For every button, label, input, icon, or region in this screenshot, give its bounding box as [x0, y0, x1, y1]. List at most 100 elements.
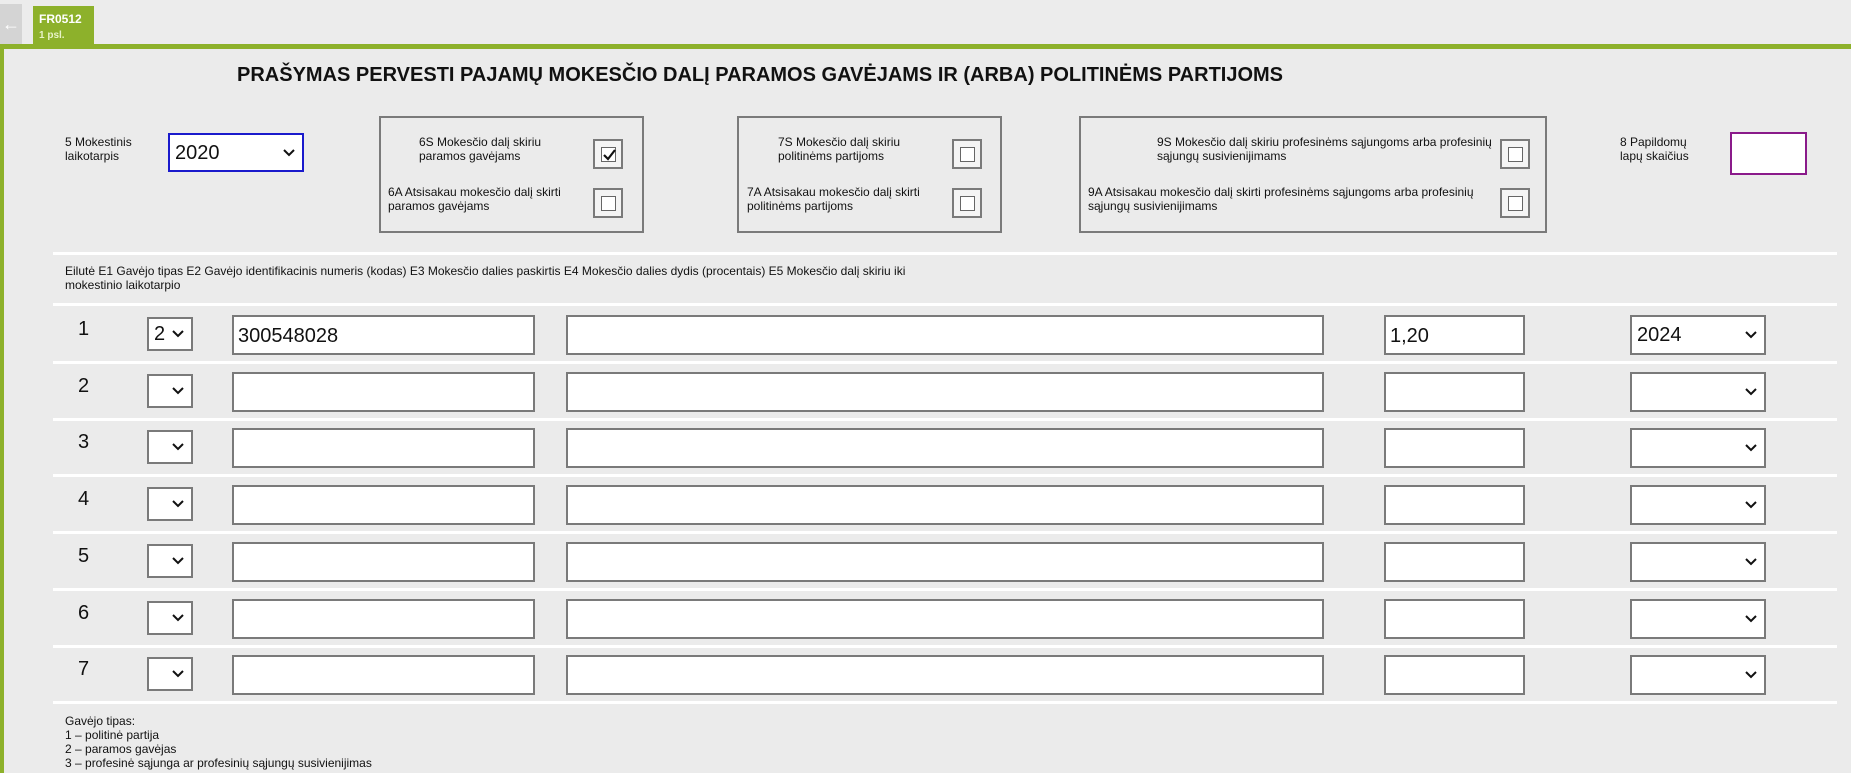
tab-code: FR0512	[39, 12, 82, 26]
chevron-down-icon	[172, 330, 184, 338]
until-year-select[interactable]	[1630, 598, 1766, 639]
percent-value: 1,20	[1390, 325, 1429, 347]
label-7s-line1: 7S Mokesčio dalį skiriu	[778, 135, 901, 149]
chevron-down-icon	[1745, 387, 1757, 396]
checkbox-7s-box	[960, 147, 975, 162]
chevron-down-icon	[172, 386, 184, 395]
top-bar: ← FR0512 1 psl.	[0, 0, 1851, 44]
recipient-type-select[interactable]	[147, 373, 193, 408]
checkbox-7s[interactable]	[952, 139, 982, 169]
percent-input[interactable]	[1384, 598, 1525, 639]
chevron-down-icon	[1745, 558, 1757, 566]
row-number: 3	[78, 431, 90, 454]
row-divider	[53, 644, 1837, 648]
label-6s-line2: paramos gavėjams	[419, 149, 521, 163]
label-9s: 9S Mokesčio dalį skiriu profesinėms sąju…	[1157, 135, 1492, 163]
recipient-code-input[interactable]	[232, 541, 535, 582]
checkbox-9a[interactable]	[1500, 188, 1530, 218]
pages-count-input[interactable]	[1730, 132, 1807, 175]
row-divider	[53, 531, 1837, 535]
recipient-code-input[interactable]: 300548028	[232, 315, 535, 355]
recipient-type-select[interactable]	[147, 543, 193, 578]
divider	[53, 303, 1837, 306]
label-9a: 9A Atsisakau mokesčio dalį skirti profes…	[1088, 185, 1474, 213]
chevron-down-icon	[172, 557, 184, 565]
group-trade-unions	[1079, 116, 1547, 233]
purpose-input[interactable]	[566, 315, 1324, 355]
accent-left-border	[0, 44, 4, 773]
chevron-down-icon	[1745, 614, 1757, 622]
until-year-select[interactable]	[1630, 371, 1766, 412]
until-year-select[interactable]	[1630, 428, 1766, 469]
columns-header-line1: Eilutė E1 Gavėjo tipas E2 Gavėjo identif…	[65, 264, 906, 278]
label-6a-line2: paramos gavėjams	[388, 199, 490, 213]
period-label-line2: laikotarpis	[65, 149, 120, 163]
recipient-code-input[interactable]	[232, 428, 535, 469]
until-year-select[interactable]: 2024	[1630, 315, 1766, 355]
row-divider	[53, 474, 1837, 478]
row-divider	[53, 361, 1837, 364]
tab-page: 1 psl.	[39, 30, 65, 41]
purpose-input[interactable]	[566, 541, 1324, 582]
until-year-select[interactable]	[1630, 485, 1766, 526]
period-label: 5 Mokestinis laikotarpis	[65, 135, 132, 163]
label-6a: 6A Atsisakau mokesčio dalį skirti paramo…	[388, 185, 561, 213]
recipient-type-select[interactable]	[147, 657, 193, 692]
form-tab[interactable]: FR0512 1 psl.	[33, 6, 94, 44]
row-number: 7	[78, 658, 90, 681]
until-year-value: 2024	[1637, 324, 1682, 346]
recipient-type-value: 2	[154, 323, 166, 345]
recipient-type-select[interactable]: 2	[147, 317, 193, 351]
divider	[53, 252, 1837, 255]
checkbox-6a[interactable]	[593, 188, 623, 218]
percent-input[interactable]	[1384, 655, 1525, 696]
period-label-line1: 5 Mokestinis	[65, 135, 132, 149]
checkbox-7a-box	[960, 196, 975, 211]
back-button[interactable]: ←	[0, 4, 22, 44]
percent-input[interactable]: 1,20	[1384, 315, 1525, 355]
label-9a-line2: sąjungų susivienijimams	[1088, 199, 1218, 213]
checkbox-6s-box	[601, 147, 616, 162]
recipient-code-input[interactable]	[232, 485, 535, 526]
until-year-select[interactable]	[1630, 541, 1766, 582]
label-7a-line1: 7A Atsisakau mokesčio dalį skirti	[747, 185, 920, 199]
period-value: 2020	[175, 141, 220, 164]
pages-label: 8 Papildomų lapų skaičius	[1620, 135, 1689, 163]
until-year-select[interactable]	[1630, 655, 1766, 696]
label-7a-line2: politinėms partijoms	[747, 199, 854, 213]
row-divider	[53, 701, 1837, 705]
purpose-input[interactable]	[566, 485, 1324, 526]
checkbox-6s[interactable]	[593, 139, 623, 169]
percent-input[interactable]	[1384, 485, 1525, 526]
percent-input[interactable]	[1384, 371, 1525, 412]
row-number: 1	[78, 318, 90, 340]
purpose-input[interactable]	[566, 598, 1324, 639]
recipient-type-select[interactable]	[147, 430, 193, 465]
purpose-input[interactable]	[566, 655, 1324, 696]
checkmark-icon	[603, 149, 616, 161]
recipient-type-select[interactable]	[147, 487, 193, 522]
accent-line	[0, 44, 1851, 49]
recipient-code-input[interactable]	[232, 598, 535, 639]
recipient-code-input[interactable]	[232, 655, 535, 696]
chevron-down-icon	[172, 670, 184, 678]
purpose-input[interactable]	[566, 371, 1324, 412]
pages-label-line1: 8 Papildomų	[1620, 135, 1687, 149]
chevron-down-icon	[1745, 671, 1757, 679]
period-select[interactable]: 2020	[168, 133, 304, 172]
form-title: PRAŠYMAS PERVESTI PAJAMŲ MOKESČIO DALĮ P…	[237, 64, 1284, 86]
percent-input[interactable]	[1384, 541, 1525, 582]
purpose-input[interactable]	[566, 428, 1324, 469]
percent-input[interactable]	[1384, 428, 1525, 469]
label-7s: 7S Mokesčio dalį skiriu politinėms parti…	[778, 135, 900, 163]
legend-item-2: 2 – paramos gavėjas	[65, 742, 177, 756]
chevron-down-icon	[1745, 331, 1757, 339]
recipient-type-select[interactable]	[147, 600, 193, 635]
recipient-code-input[interactable]	[232, 371, 535, 412]
chevron-down-icon	[1745, 444, 1757, 452]
checkbox-9s[interactable]	[1500, 139, 1530, 169]
legend-item-3: 3 – profesinė sąjunga ar profesinių sąju…	[65, 756, 372, 770]
legend-item-1: 1 – politinė partija	[65, 728, 160, 742]
chevron-down-icon	[1745, 501, 1757, 509]
checkbox-7a[interactable]	[952, 188, 982, 218]
